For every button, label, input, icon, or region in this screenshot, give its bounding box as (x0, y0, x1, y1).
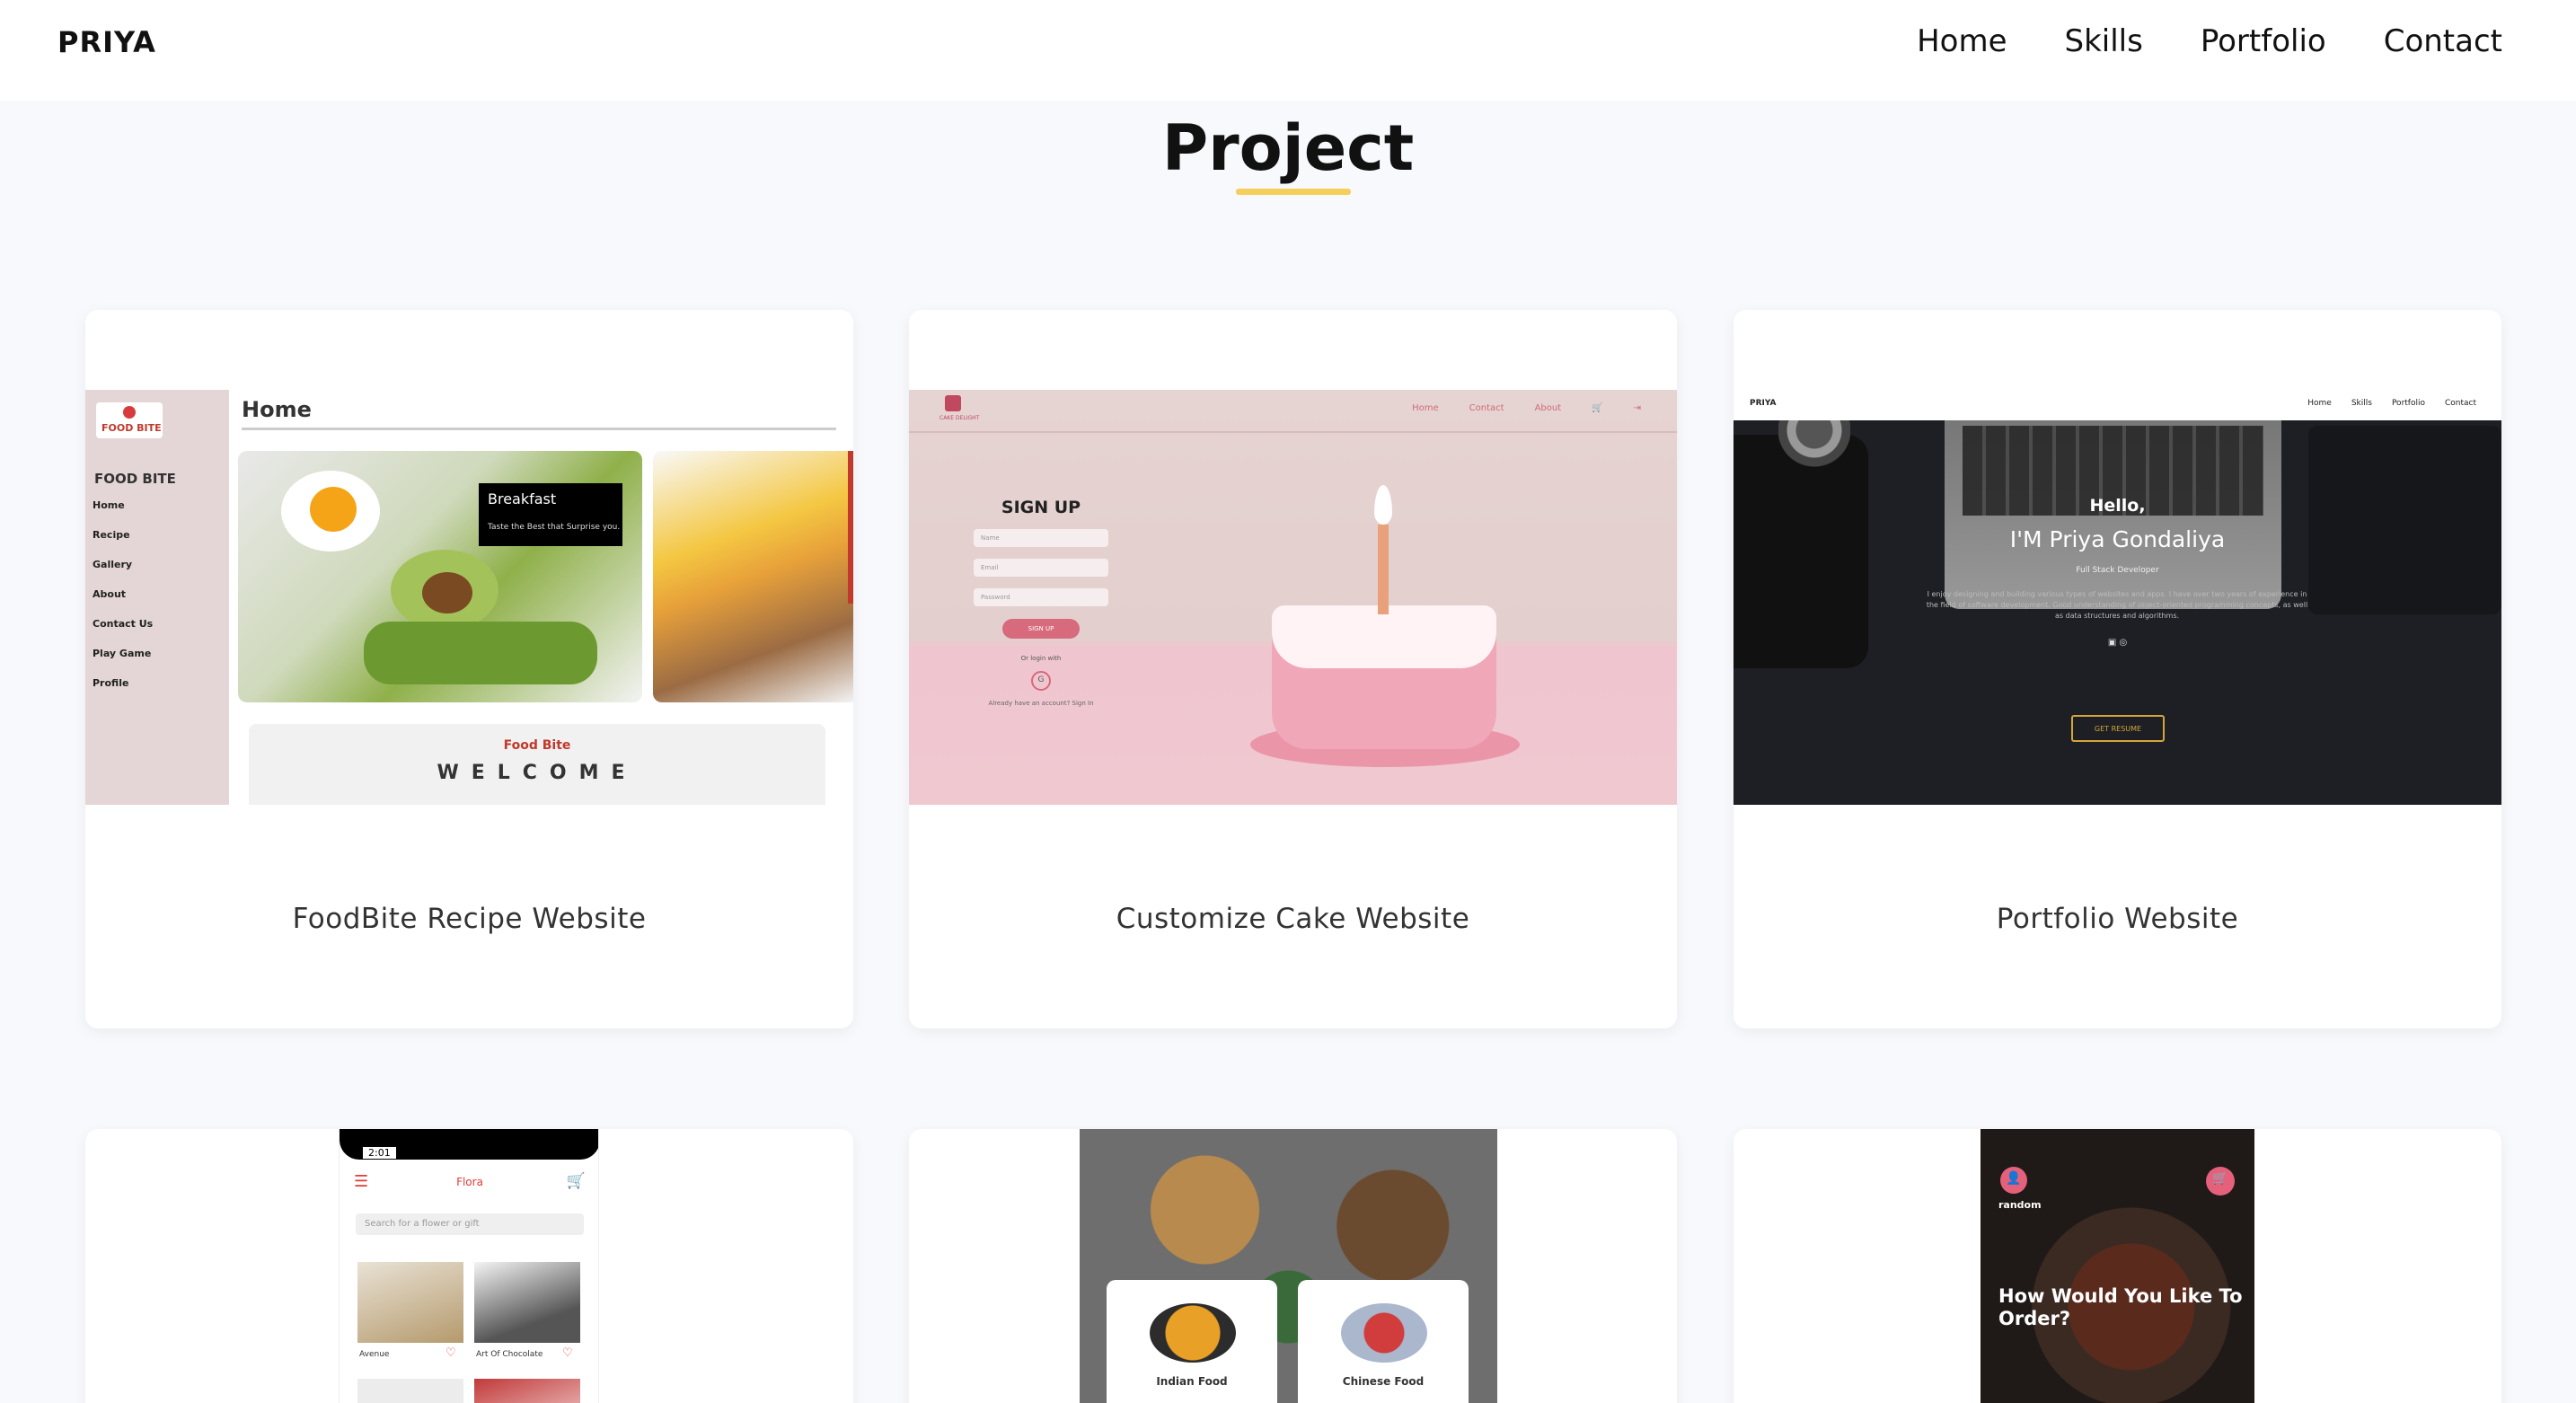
project-screenshot: FOOD BITE FOOD BITE Home Recipe Gallery … (85, 390, 853, 805)
nav-portfolio[interactable]: Portfolio (2201, 23, 2326, 59)
chinese-food-icon (1341, 1303, 1427, 1363)
project-title: FoodBite Recipe Website (292, 903, 647, 935)
preview-menu-item: Contact Us (93, 618, 154, 630)
breakfast-caption: Breakfast Taste the Best that Surprise y… (479, 483, 622, 546)
project-title: Customize Cake Website (1116, 903, 1470, 935)
preview-nav-item: Portfolio (2391, 399, 2425, 408)
preview-nav-item: Skills (2351, 399, 2372, 408)
product-name: Art Of Chocolate (476, 1350, 543, 1359)
preview-input: Password (974, 588, 1108, 606)
status-time: 2:01 (363, 1147, 396, 1159)
project-screenshot: CAKE DELIGHT Home Contact About 🛒 ⇥ SIGN… (909, 390, 1677, 805)
cart-icon: 🛒 (566, 1172, 586, 1190)
preview-sidebar: FOOD BITE FOOD BITE Home Recipe Gallery … (85, 390, 229, 805)
project-card-flora[interactable]: 2:01 ☰ Flora 🛒 Search for a flower or gi… (85, 1129, 853, 1403)
title-underline (1236, 189, 1351, 195)
preview-resume-button: GET RESUME (2071, 715, 2165, 742)
preview-menu-item: Gallery (93, 559, 133, 570)
preview-input: Name (974, 529, 1108, 547)
user-name: random (1998, 1199, 2042, 1211)
heart-icon: ♡ (446, 1346, 456, 1360)
project-card-food[interactable]: Indian Food Chinese Food (909, 1129, 1677, 1403)
heart-icon: ♡ (562, 1346, 573, 1360)
grill-image (653, 451, 853, 702)
preview-navbar: CAKE DELIGHT Home Contact About 🛒 ⇥ (909, 390, 1677, 433)
preview-navbar: PRIYA Home Skills Portfolio Contact (1734, 390, 2501, 420)
nav-home[interactable]: Home (1917, 23, 2007, 59)
product-image (357, 1379, 463, 1403)
project-card-foodbite[interactable]: FOOD BITE FOOD BITE Home Recipe Gallery … (85, 310, 853, 1028)
login-icon: ⇥ (1633, 403, 1641, 413)
product-image (357, 1262, 463, 1343)
nav-contact[interactable]: Contact (2384, 23, 2502, 59)
project-title: Portfolio Website (1996, 903, 2239, 935)
product-image (474, 1262, 580, 1343)
project-card-dessert[interactable]: 👤 random 🛒 How Would You Like To Order? (1734, 1129, 2501, 1403)
category-card: Indian Food (1107, 1280, 1277, 1403)
preview-description: I enjoy designing and building various t… (1926, 590, 2308, 620)
preview-nav-item: Home (1412, 403, 1439, 413)
social-icons: ▣ ◎ (2107, 638, 2128, 648)
preview-name: I'M Priya Gondaliya (2009, 526, 2226, 552)
preview-role: Full Stack Developer (2076, 566, 2159, 575)
preview-menu-item: About (93, 588, 127, 600)
project-card-cake[interactable]: CAKE DELIGHT Home Contact About 🛒 ⇥ SIGN… (909, 310, 1677, 1028)
navbar: PRIYA Home Skills Portfolio Contact (0, 0, 2576, 101)
preview-brand: FOOD BITE (94, 471, 176, 487)
preview-menu-item: Profile (93, 677, 129, 689)
preview-nav-item: About (1534, 403, 1562, 413)
preview-menu-item: Recipe (93, 529, 130, 541)
preview-nav-item: Contact (1469, 403, 1504, 413)
cart-icon: 🛒 (2206, 1167, 2235, 1196)
preview-menu-item: Play Game (93, 648, 152, 659)
cake-logo-icon (945, 395, 961, 411)
user-icon: 👤 (2000, 1167, 2027, 1194)
category-card: Chinese Food (1298, 1280, 1469, 1403)
food-app-preview: Indian Food Chinese Food (1080, 1129, 1497, 1403)
product-image (474, 1379, 580, 1403)
main-nav: Home Skills Portfolio Contact (1917, 23, 2502, 59)
preview-heading: Home (242, 397, 312, 422)
cart-icon: 🛒 (1592, 403, 1603, 413)
signup-form: SIGN UP Name Email Password SIGN UP Or l… (974, 498, 1108, 707)
welcome-banner: Food Bite WELCOME (249, 724, 825, 805)
preview-search: Search for a flower or gift (356, 1213, 584, 1235)
section-title: Project (1161, 111, 1415, 185)
preview-menu: Home Recipe Gallery About Contact Us Pla… (93, 499, 153, 707)
project-screenshot: PRIYA Home Skills Portfolio Contact Hell… (1734, 390, 2501, 805)
brand-logo[interactable]: PRIYA (57, 25, 156, 59)
product-name: Avenue (359, 1350, 390, 1359)
preview-menu-item: Home (93, 499, 125, 511)
preview-signup-button: SIGN UP (1002, 619, 1080, 639)
preview-input: Email (974, 559, 1108, 577)
breakfast-image: Breakfast Taste the Best that Surprise y… (238, 451, 642, 702)
dessert-app-preview: 👤 random 🛒 How Would You Like To Order? (1981, 1129, 2254, 1403)
project-card-portfolio[interactable]: PRIYA Home Skills Portfolio Contact Hell… (1734, 310, 2501, 1028)
indian-food-icon (1150, 1303, 1236, 1363)
preview-logo: FOOD BITE (96, 402, 163, 438)
preview-nav-item: Home (2307, 399, 2332, 408)
google-icon: G (1031, 671, 1051, 691)
order-question: How Would You Like To Order? (1998, 1285, 2243, 1329)
preview-nav-item: Contact (2444, 399, 2476, 408)
nav-skills[interactable]: Skills (2065, 23, 2143, 59)
preview-hello: Hello, (2089, 496, 2146, 516)
preview-main: Home Breakfast Taste the Best that Surpr… (229, 390, 853, 805)
app-title: Flora (456, 1176, 483, 1188)
flora-app-preview: 2:01 ☰ Flora 🛒 Search for a flower or gi… (339, 1129, 599, 1403)
